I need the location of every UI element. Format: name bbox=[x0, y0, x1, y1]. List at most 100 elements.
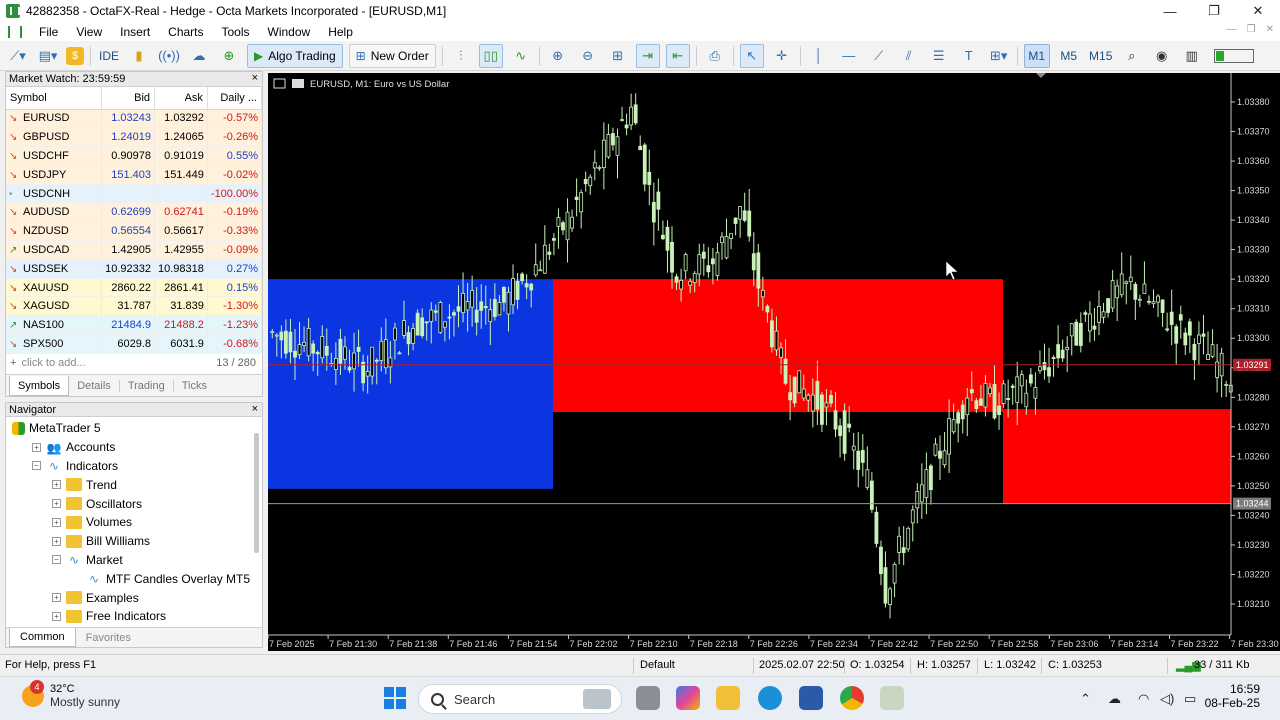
shapes-icon[interactable]: ⊞▾ bbox=[987, 44, 1011, 68]
tab-details[interactable]: Details bbox=[69, 379, 120, 392]
navigator-item[interactable]: MetaTrader 5 bbox=[6, 419, 262, 438]
chrome-icon[interactable] bbox=[840, 686, 864, 710]
mdi-minimize-button[interactable]: — bbox=[1227, 24, 1237, 35]
timeframe-m5[interactable]: M5 bbox=[1056, 44, 1082, 68]
market-watch-row[interactable]: ↘ USDSEK 10.92332 10.98318 0.27% bbox=[6, 259, 263, 279]
market-watch-row[interactable]: ↘ GBPUSD 1.24019 1.24065 -0.26% bbox=[6, 127, 263, 148]
bar-chart-icon[interactable]: ⫶ bbox=[449, 44, 473, 68]
new-order-button[interactable]: ⊞ New Order bbox=[348, 43, 436, 68]
market-watch-row[interactable]: ↘ USDJPY 151.403 151.449 -0.02% bbox=[6, 165, 263, 185]
volume-icon[interactable]: ◁) bbox=[1160, 691, 1174, 707]
navigator-item[interactable]: + Free Indicators bbox=[6, 607, 262, 626]
candlestick-icon[interactable]: ▯▯ bbox=[478, 43, 503, 68]
expand-icon[interactable]: + bbox=[52, 517, 61, 527]
tab-common[interactable]: Common bbox=[9, 628, 76, 647]
signal-icon[interactable]: ((•)) bbox=[157, 44, 181, 68]
symbol-cell[interactable]: ↘ USDSEK bbox=[6, 259, 103, 279]
collapse-icon[interactable]: − bbox=[32, 461, 41, 471]
wifi-icon[interactable]: ◠ bbox=[1138, 691, 1149, 707]
symbol-cell[interactable]: ↘ EURUSD bbox=[6, 109, 103, 129]
symbol-cell[interactable]: ↘ USDCHF bbox=[6, 146, 103, 166]
autoscroll-icon[interactable]: ⇥ bbox=[635, 43, 660, 68]
dollar-icon[interactable]: $ bbox=[66, 46, 84, 65]
fibonacci-icon[interactable]: ☰ bbox=[927, 44, 951, 68]
market-watch-row[interactable]: ↗ NAS100 21484.9 21488.2 -1.23% bbox=[6, 315, 263, 336]
account-icon[interactable]: ◉ bbox=[1150, 44, 1174, 68]
column-symbol[interactable]: Symbol bbox=[6, 87, 103, 110]
column-ask[interactable]: Ask bbox=[154, 87, 208, 110]
task-view-icon[interactable] bbox=[636, 686, 660, 710]
close-icon[interactable]: × bbox=[252, 403, 258, 415]
expand-icon[interactable]: + bbox=[32, 442, 41, 452]
lock-icon[interactable]: ▮ bbox=[127, 44, 151, 68]
weather-widget[interactable]: 4 32°C Mostly sunny bbox=[22, 680, 120, 709]
windows-start-icon[interactable] bbox=[384, 687, 406, 709]
tab-trading[interactable]: Trading bbox=[120, 379, 174, 392]
timeframe-m1[interactable]: M1 bbox=[1023, 43, 1050, 68]
crosshair-icon[interactable]: ✛ bbox=[770, 44, 794, 68]
add-symbol-row[interactable]: + click to add... 13 / 280 bbox=[6, 354, 262, 372]
tab-favorites[interactable]: Favorites bbox=[76, 632, 141, 644]
symbol-cell[interactable]: ↘ AUDUSD bbox=[6, 202, 103, 223]
chevron-up-icon[interactable]: ⌃ bbox=[1080, 691, 1091, 707]
taskbar-search[interactable]: Search bbox=[418, 684, 622, 714]
navigator-item[interactable]: + Trend bbox=[6, 475, 262, 494]
market-watch-row[interactable]: ↘ XAUUSD 2860.22 2861.41 0.15% bbox=[6, 278, 263, 298]
symbol-cell[interactable]: ↘ NZDUSD bbox=[6, 221, 103, 242]
battery-icon[interactable]: ▭ bbox=[1184, 691, 1196, 707]
close-button[interactable]: ✕ bbox=[1236, 0, 1280, 22]
market-watch-row[interactable]: ↘ USDCHF 0.90978 0.91019 0.55% bbox=[6, 146, 263, 166]
symbol-cell[interactable]: ↘ XAGUSD bbox=[6, 296, 103, 317]
market-watch-row[interactable]: ↗ USDCAD 1.42905 1.42955 -0.09% bbox=[6, 240, 263, 260]
navigator-item[interactable]: + Bill Williams bbox=[6, 532, 262, 551]
menu-insert[interactable]: Insert bbox=[111, 25, 159, 39]
symbol-cell[interactable]: ↗ USDCAD bbox=[6, 240, 103, 260]
horizontal-line-icon[interactable]: ― bbox=[837, 44, 861, 68]
equidistant-channel-icon[interactable]: ⫽ bbox=[897, 44, 921, 68]
line-chart-icon[interactable]: ∿ bbox=[509, 44, 533, 68]
menu-charts[interactable]: Charts bbox=[159, 25, 212, 39]
edge-icon[interactable] bbox=[758, 686, 782, 710]
menu-tools[interactable]: Tools bbox=[213, 25, 259, 39]
expand-icon[interactable]: + bbox=[52, 499, 61, 509]
timeframe-m15[interactable]: M15 bbox=[1088, 44, 1114, 68]
market-watch-row[interactable]: ↘ SPX500 6029.8 6031.9 -0.68% bbox=[6, 334, 263, 354]
expand-icon[interactable]: + bbox=[52, 480, 61, 490]
zoom-in-icon[interactable]: ⊕ bbox=[546, 44, 570, 68]
metatrader-taskbar-icon[interactable] bbox=[880, 686, 904, 710]
navigator-item[interactable]: + Examples bbox=[6, 588, 262, 607]
expand-icon[interactable]: + bbox=[52, 611, 61, 621]
column-daily-change[interactable]: Daily ... bbox=[207, 87, 263, 110]
cloud-icon[interactable]: ☁ bbox=[187, 44, 211, 68]
navigator-item[interactable]: + 👥 Accounts bbox=[6, 438, 262, 457]
menu-file[interactable]: File bbox=[30, 25, 67, 39]
navigator-item[interactable]: − ∿ Market bbox=[6, 551, 262, 570]
market-watch-row[interactable]: ↘ XAGUSD 31.787 31.839 -1.30% bbox=[6, 296, 263, 317]
templates-icon[interactable]: ▤▾ bbox=[36, 44, 60, 68]
navigator-item[interactable]: − ∿ Indicators bbox=[6, 457, 262, 476]
menu-window[interactable]: Window bbox=[259, 25, 320, 39]
mdi-close-button[interactable]: ✕ bbox=[1266, 24, 1274, 35]
menu-help[interactable]: Help bbox=[319, 25, 362, 39]
cloud-icon[interactable]: ☁ bbox=[1108, 691, 1121, 707]
collapse-icon[interactable]: − bbox=[52, 555, 61, 565]
ide-button[interactable]: IDE bbox=[97, 44, 121, 68]
text-icon[interactable]: T bbox=[957, 44, 981, 68]
algo-trading-button[interactable]: ▶ Algo Trading bbox=[247, 43, 343, 68]
status-profile[interactable]: Default bbox=[640, 659, 675, 671]
column-bid[interactable]: Bid bbox=[101, 87, 156, 110]
navigator-item[interactable]: ∿ MTF Candles Overlay MT5 bbox=[6, 569, 262, 588]
market-watch-row[interactable]: • USDCNH -100.00% bbox=[6, 184, 263, 204]
vertical-line-icon[interactable]: │ bbox=[807, 44, 831, 68]
search-icon[interactable]: ⌕ bbox=[1120, 44, 1144, 68]
tab-ticks[interactable]: Ticks bbox=[174, 380, 215, 392]
market-watch-row[interactable]: ↘ AUDUSD 0.62699 0.62741 -0.19% bbox=[6, 202, 263, 223]
navigator-item[interactable]: + Oscillators bbox=[6, 494, 262, 513]
symbol-cell[interactable]: ↗ NAS100 bbox=[6, 315, 103, 336]
chart-window[interactable]: 1.03380 1.03370 1.03360 1.03350 1.03340 1.033… bbox=[268, 73, 1280, 651]
price-chart[interactable]: 1.03380 1.03370 1.03360 1.03350 1.03340 1.033… bbox=[268, 73, 1280, 651]
vps-icon[interactable]: ⊕ bbox=[217, 44, 241, 68]
menu-view[interactable]: View bbox=[67, 25, 111, 39]
store-icon[interactable] bbox=[799, 686, 823, 710]
minimize-button[interactable]: — bbox=[1148, 0, 1192, 22]
